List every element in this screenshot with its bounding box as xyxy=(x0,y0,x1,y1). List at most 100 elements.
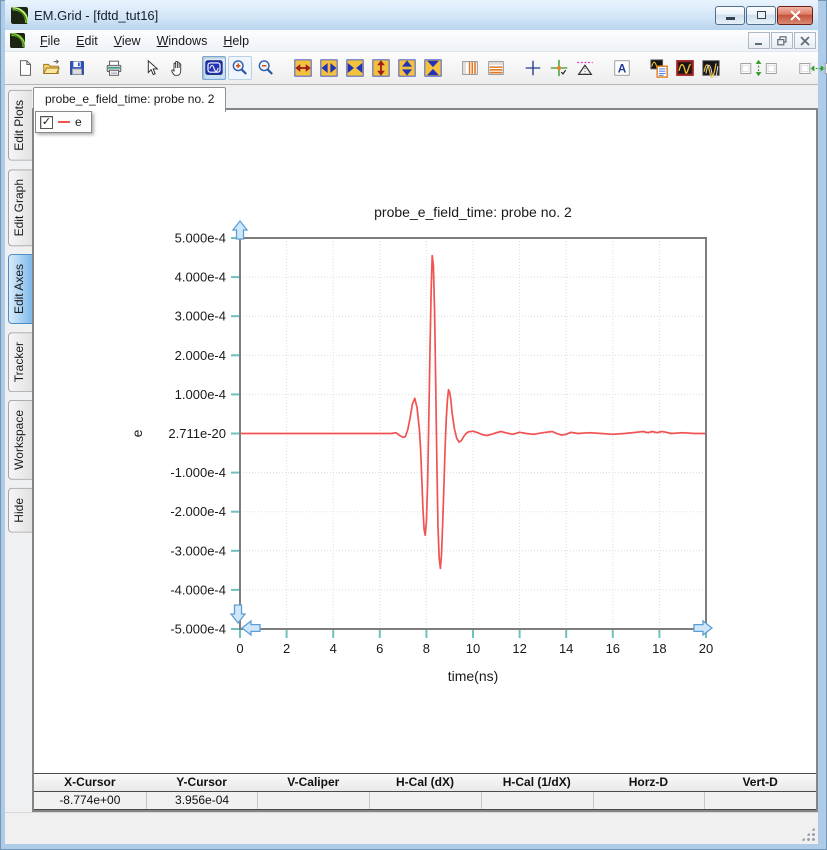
resize-grip-icon[interactable] xyxy=(801,827,815,841)
plot-frame-button[interactable] xyxy=(673,56,697,80)
x-tick-label: 20 xyxy=(699,641,713,656)
close-icon xyxy=(789,9,801,21)
compress-x-icon xyxy=(346,59,364,77)
caliper-icon xyxy=(577,61,593,75)
text-annotation-button[interactable]: A xyxy=(610,56,634,80)
child-restore-icon xyxy=(777,35,787,45)
axis-handle-top-icon[interactable] xyxy=(231,219,249,240)
expand-x-button[interactable] xyxy=(317,56,341,80)
crosshair-button[interactable] xyxy=(521,56,545,80)
legend-checkbox[interactable]: ✓ xyxy=(40,115,53,129)
child-close-button[interactable] xyxy=(794,32,816,49)
new-file-button[interactable] xyxy=(13,56,37,80)
plot-client: ✓ e 0 2 4 6 8 10 12 14 16 18 20 5.000e-4 4.000e-4 3.0… xyxy=(32,108,818,812)
sidebar-tab-edit-axes[interactable]: Edit Axes xyxy=(8,254,32,325)
status-col-value xyxy=(369,792,481,809)
y-axis-label: e xyxy=(129,429,145,437)
restore-icon xyxy=(756,11,766,19)
text-annotation-icon: A xyxy=(614,60,630,76)
child-close-icon xyxy=(800,35,810,46)
y-tick-label: 5.000e-4 xyxy=(175,231,226,246)
child-minimize-button[interactable] xyxy=(748,32,770,49)
plot-tabstrip: probe_e_field_time: probe no. 2 xyxy=(32,85,818,112)
axis-handle-bottom-icon[interactable] xyxy=(229,604,247,625)
status-header-row: X-Cursor Y-Cursor V-Caliper H-Cal (dX) H-Cal… xyxy=(34,773,816,792)
axis-handle-right-icon[interactable] xyxy=(693,619,714,637)
x-tick-label: 6 xyxy=(376,641,383,656)
y-tick-label: -4.000e-4 xyxy=(170,582,226,597)
zoom-in-icon xyxy=(232,60,247,75)
plot-overlay-button[interactable] xyxy=(699,56,723,80)
app-logo-icon xyxy=(11,6,28,24)
compress-y-icon xyxy=(424,59,442,77)
menu-bar: File Edit View Windows Help xyxy=(5,30,818,52)
status-col-label: H-Cal (1/dX) xyxy=(502,775,571,789)
x-axis-label: time(ns) xyxy=(448,668,499,684)
autoscale-x-button[interactable] xyxy=(795,56,827,80)
minimize-icon xyxy=(725,17,735,20)
stretch-x-icon xyxy=(294,59,312,77)
autoscale-y-button[interactable] xyxy=(736,56,782,80)
crosshair-icon xyxy=(525,60,541,76)
zoom-in-button[interactable] xyxy=(228,56,252,80)
y-tick-label: -5.000e-4 xyxy=(170,622,226,637)
close-button[interactable] xyxy=(777,5,813,25)
zoom-out-button[interactable] xyxy=(254,56,278,80)
compress-x-button[interactable] xyxy=(343,56,367,80)
y-tick-label: 2.711e-20 xyxy=(168,426,226,441)
vertical-markers-button[interactable] xyxy=(458,56,482,80)
status-col-value xyxy=(704,792,816,809)
plot-tab[interactable]: probe_e_field_time: probe no. 2 xyxy=(33,87,227,112)
menu-item-view[interactable]: View xyxy=(106,32,149,50)
tracker-button[interactable] xyxy=(547,56,571,80)
menu-item-help[interactable]: Help xyxy=(215,32,257,50)
horizontal-markers-button[interactable] xyxy=(484,56,508,80)
plot-frame-icon xyxy=(676,60,694,76)
sidebar-tab-edit-plots[interactable]: Edit Plots xyxy=(8,90,32,161)
restore-button[interactable] xyxy=(746,5,776,25)
horizontal-markers-icon xyxy=(488,61,504,75)
menu-items: File Edit View Windows Help xyxy=(32,32,257,50)
x-tick-label: 16 xyxy=(606,641,620,656)
zoom-box-button[interactable] xyxy=(202,56,226,80)
menu-item-file[interactable]: File xyxy=(32,32,68,50)
save-button[interactable] xyxy=(65,56,89,80)
sidebar-tab-tracker[interactable]: Tracker xyxy=(8,332,32,393)
plot-properties-button[interactable] xyxy=(647,56,671,80)
menu-item-windows[interactable]: Windows xyxy=(149,32,216,50)
print-button[interactable] xyxy=(102,56,126,80)
expand-y-icon xyxy=(398,59,416,77)
y-tick-label: -3.000e-4 xyxy=(170,543,226,558)
status-col-label: Vert-D xyxy=(742,775,778,789)
main-panel: probe_e_field_time: probe no. 2 ✓ e 0 2 4 6… xyxy=(32,85,818,812)
open-file-icon xyxy=(42,59,60,74)
x-tick-label: 0 xyxy=(236,641,243,656)
sidebar-tab-workspace[interactable]: Workspace xyxy=(8,400,32,481)
status-col-label: X-Cursor xyxy=(64,775,116,789)
pointer-button[interactable] xyxy=(139,56,163,80)
compress-y-button[interactable] xyxy=(421,56,445,80)
caliper-button[interactable] xyxy=(573,56,597,80)
legend: ✓ e xyxy=(35,111,92,133)
app-window: EM.Grid - [fdtd_tut16] File Edit View Windo… xyxy=(0,0,827,850)
menu-item-edit[interactable]: Edit xyxy=(68,32,106,50)
stretch-x-button[interactable] xyxy=(291,56,315,80)
status-col-value: -8.774e+00 xyxy=(59,793,121,807)
sidebar-tab-edit-graph[interactable]: Edit Graph xyxy=(8,168,32,247)
stretch-y-button[interactable] xyxy=(369,56,393,80)
sidebar-tab-hide[interactable]: Hide xyxy=(8,488,32,533)
minimize-button[interactable] xyxy=(715,5,745,25)
new-file-icon xyxy=(20,60,31,76)
zoom-out-icon xyxy=(258,60,273,75)
child-restore-button[interactable] xyxy=(771,32,793,49)
pan-button[interactable] xyxy=(165,56,189,80)
y-tick-label: 2.000e-4 xyxy=(175,348,226,363)
chart[interactable]: 0 2 4 6 8 10 12 14 16 18 20 5.000e-4 4.000e-4 3.000e-… xyxy=(92,187,792,687)
status-col-label: V-Caliper xyxy=(287,775,340,789)
axis-handle-left-icon[interactable] xyxy=(240,619,261,637)
stretch-y-icon xyxy=(372,59,390,77)
y-tick-label: 4.000e-4 xyxy=(175,270,226,285)
expand-y-button[interactable] xyxy=(395,56,419,80)
open-file-button[interactable] xyxy=(39,56,63,80)
print-icon xyxy=(106,60,122,76)
